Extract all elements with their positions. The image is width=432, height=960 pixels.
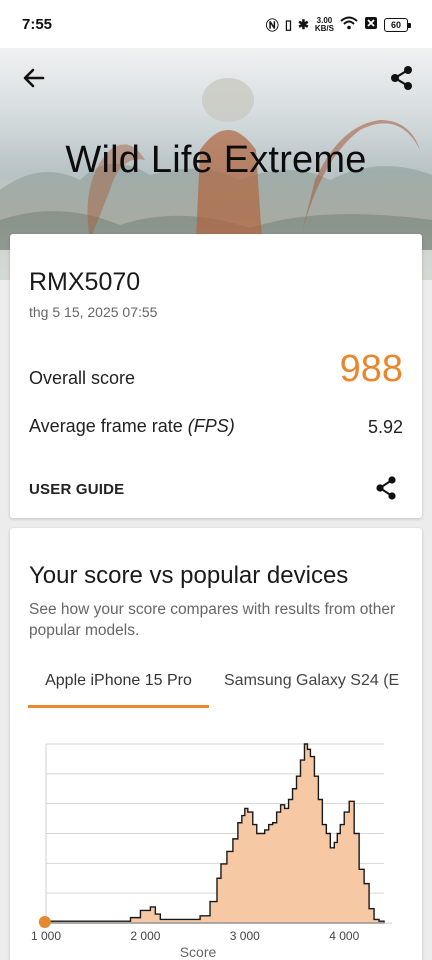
x-tick-label: 4 000 <box>329 929 359 943</box>
fps-value: 5.92 <box>367 417 403 437</box>
no-sim-icon <box>364 16 378 33</box>
your-score-marker <box>38 916 51 928</box>
x-axis-label: Score <box>180 944 217 960</box>
comparison-subtitle: See how your score compares with results… <box>29 601 396 639</box>
arrow-left-icon <box>23 68 45 88</box>
score-distribution-chart: 1 000 2 000 3 000 4 000 Score <box>10 726 422 960</box>
overall-score-label: Overall score <box>29 368 136 388</box>
battery-icon: 60 <box>384 17 411 32</box>
tab-samsung-galaxy-s24[interactable]: Samsung Galaxy S24 (E <box>224 672 399 708</box>
share-icon <box>376 476 396 500</box>
histogram-svg: 1 000 2 000 3 000 4 000 Score <box>31 743 392 960</box>
comparison-title: Your score vs popular devices <box>29 562 349 589</box>
share-result-button[interactable] <box>372 474 400 502</box>
network-speed: 3.00 KB/S <box>314 16 334 33</box>
fps-label-text: Average frame rate <box>29 416 188 436</box>
device-name: RMX5070 <box>29 268 141 296</box>
tab-apple-iphone-15-pro[interactable]: Apple iPhone 15 Pro <box>28 672 209 708</box>
back-button[interactable] <box>18 62 50 94</box>
x-tick-label: 1 000 <box>31 929 61 943</box>
x-tick-label: 2 000 <box>130 929 160 943</box>
score-card: RMX5070 thg 5 15, 2025 07:55 Overall sco… <box>10 234 422 518</box>
nfc-icon: Ⓝ <box>265 18 279 33</box>
status-bar: 7:55 Ⓝ ▯ ✱ 3.00 KB/S 60 <box>0 0 432 48</box>
benchmark-title: Wild Life Extreme <box>65 139 367 181</box>
x-tick-label: 3 000 <box>230 929 260 943</box>
share-button[interactable] <box>386 62 418 94</box>
test-date: thg 5 15, 2025 07:55 <box>29 304 158 320</box>
vibrate-icon: ▯ <box>284 16 292 32</box>
share-icon <box>391 66 412 90</box>
status-icons: Ⓝ ▯ ✱ 3.00 KB/S 60 <box>265 15 411 34</box>
fps-label: Average frame rate (FPS) <box>29 416 235 437</box>
overall-score-value: 988 <box>339 348 403 390</box>
bluetooth-icon: ✱ <box>297 16 309 32</box>
device-tabs: Apple iPhone 15 Pro Samsung Galaxy S24 (… <box>28 672 422 708</box>
wifi-icon <box>340 16 358 33</box>
user-guide-link[interactable]: USER GUIDE <box>29 481 124 498</box>
network-speed-unit: KB/S <box>314 23 334 33</box>
comparison-card: Your score vs popular devices See how yo… <box>10 528 422 960</box>
battery-level: 60 <box>390 19 401 30</box>
fps-unit: (FPS) <box>187 416 235 436</box>
status-time: 7:55 <box>22 16 53 33</box>
